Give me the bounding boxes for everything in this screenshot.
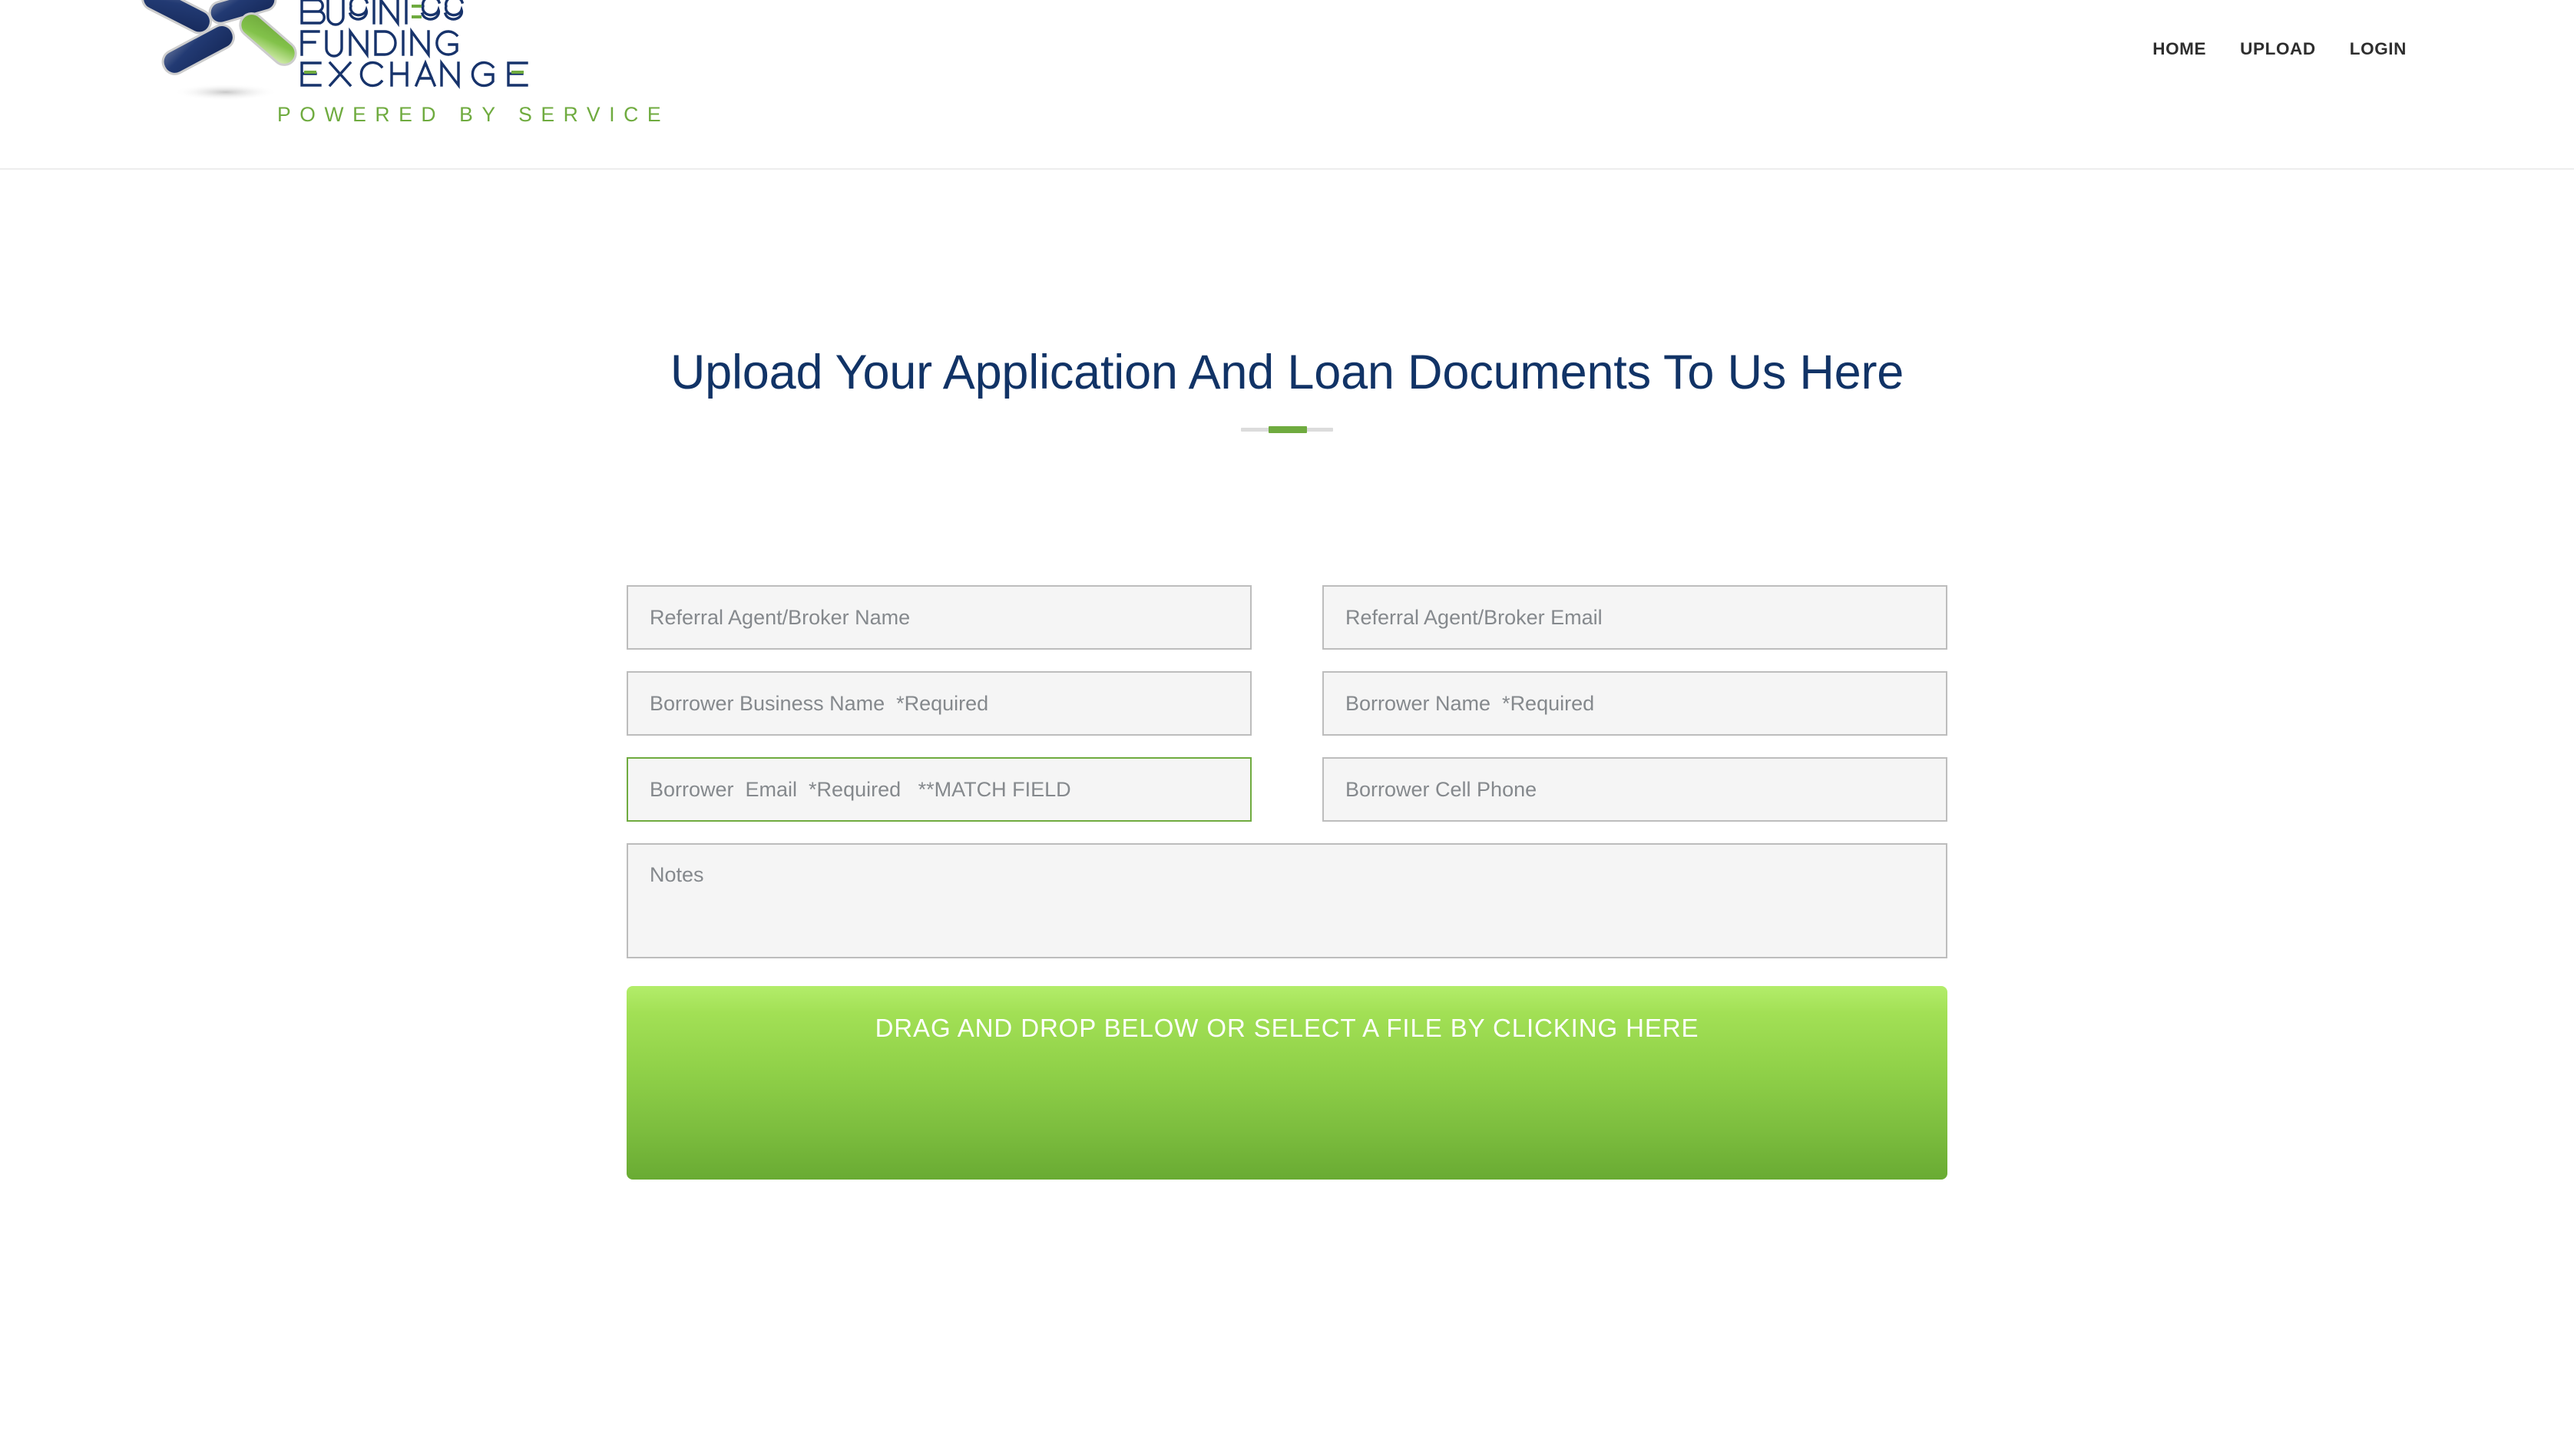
form-row-borrower-contact <box>627 757 1947 822</box>
logo-wordmark <box>299 0 545 94</box>
borrower-email-input[interactable] <box>627 757 1252 822</box>
nav-item-upload[interactable]: UPLOAD <box>2223 35 2333 64</box>
site-header: POWERED BY SERVICE HOME UPLOAD LOGIN <box>0 0 2574 170</box>
form-row-borrower-names <box>627 671 1947 736</box>
borrower-business-name-input[interactable] <box>627 671 1252 736</box>
nav-item-login[interactable]: LOGIN <box>2333 35 2423 64</box>
form-row-referral <box>627 585 1947 650</box>
notes-textarea[interactable] <box>627 843 1947 959</box>
borrower-cell-phone-input[interactable] <box>1322 757 1947 822</box>
field-cell-borrower-email <box>627 757 1252 822</box>
page-title: Upload Your Application And Loan Documen… <box>670 346 1904 399</box>
nav-item-home[interactable]: HOME <box>2136 35 2223 64</box>
site-logo[interactable]: POWERED BY SERVICE <box>135 0 661 126</box>
referral-agent-email-input[interactable] <box>1322 585 1947 650</box>
form-row-notes <box>627 843 1947 959</box>
field-cell-referral-agent-email <box>1322 585 1947 650</box>
file-dropzone[interactable]: DRAG AND DROP BELOW OR SELECT A FILE BY … <box>627 986 1947 1180</box>
borrower-name-input[interactable] <box>1322 671 1947 736</box>
main-navigation: HOME UPLOAD LOGIN <box>2136 35 2423 64</box>
page-content: Upload Your Application And Loan Documen… <box>0 345 2574 1180</box>
field-cell-borrower-name <box>1322 671 1947 736</box>
title-divider-accent <box>1269 426 1307 434</box>
file-dropzone-label: DRAG AND DROP BELOW OR SELECT A FILE BY … <box>875 1014 1699 1043</box>
field-cell-borrower-cell-phone <box>1322 757 1947 822</box>
referral-agent-name-input[interactable] <box>627 585 1252 650</box>
title-divider <box>1241 426 1333 434</box>
document-upload-form: DRAG AND DROP BELOW OR SELECT A FILE BY … <box>627 585 1947 1180</box>
field-cell-borrower-business-name <box>627 671 1252 736</box>
logo-tagline: POWERED BY SERVICE <box>277 103 670 126</box>
field-cell-referral-agent-name <box>627 585 1252 650</box>
